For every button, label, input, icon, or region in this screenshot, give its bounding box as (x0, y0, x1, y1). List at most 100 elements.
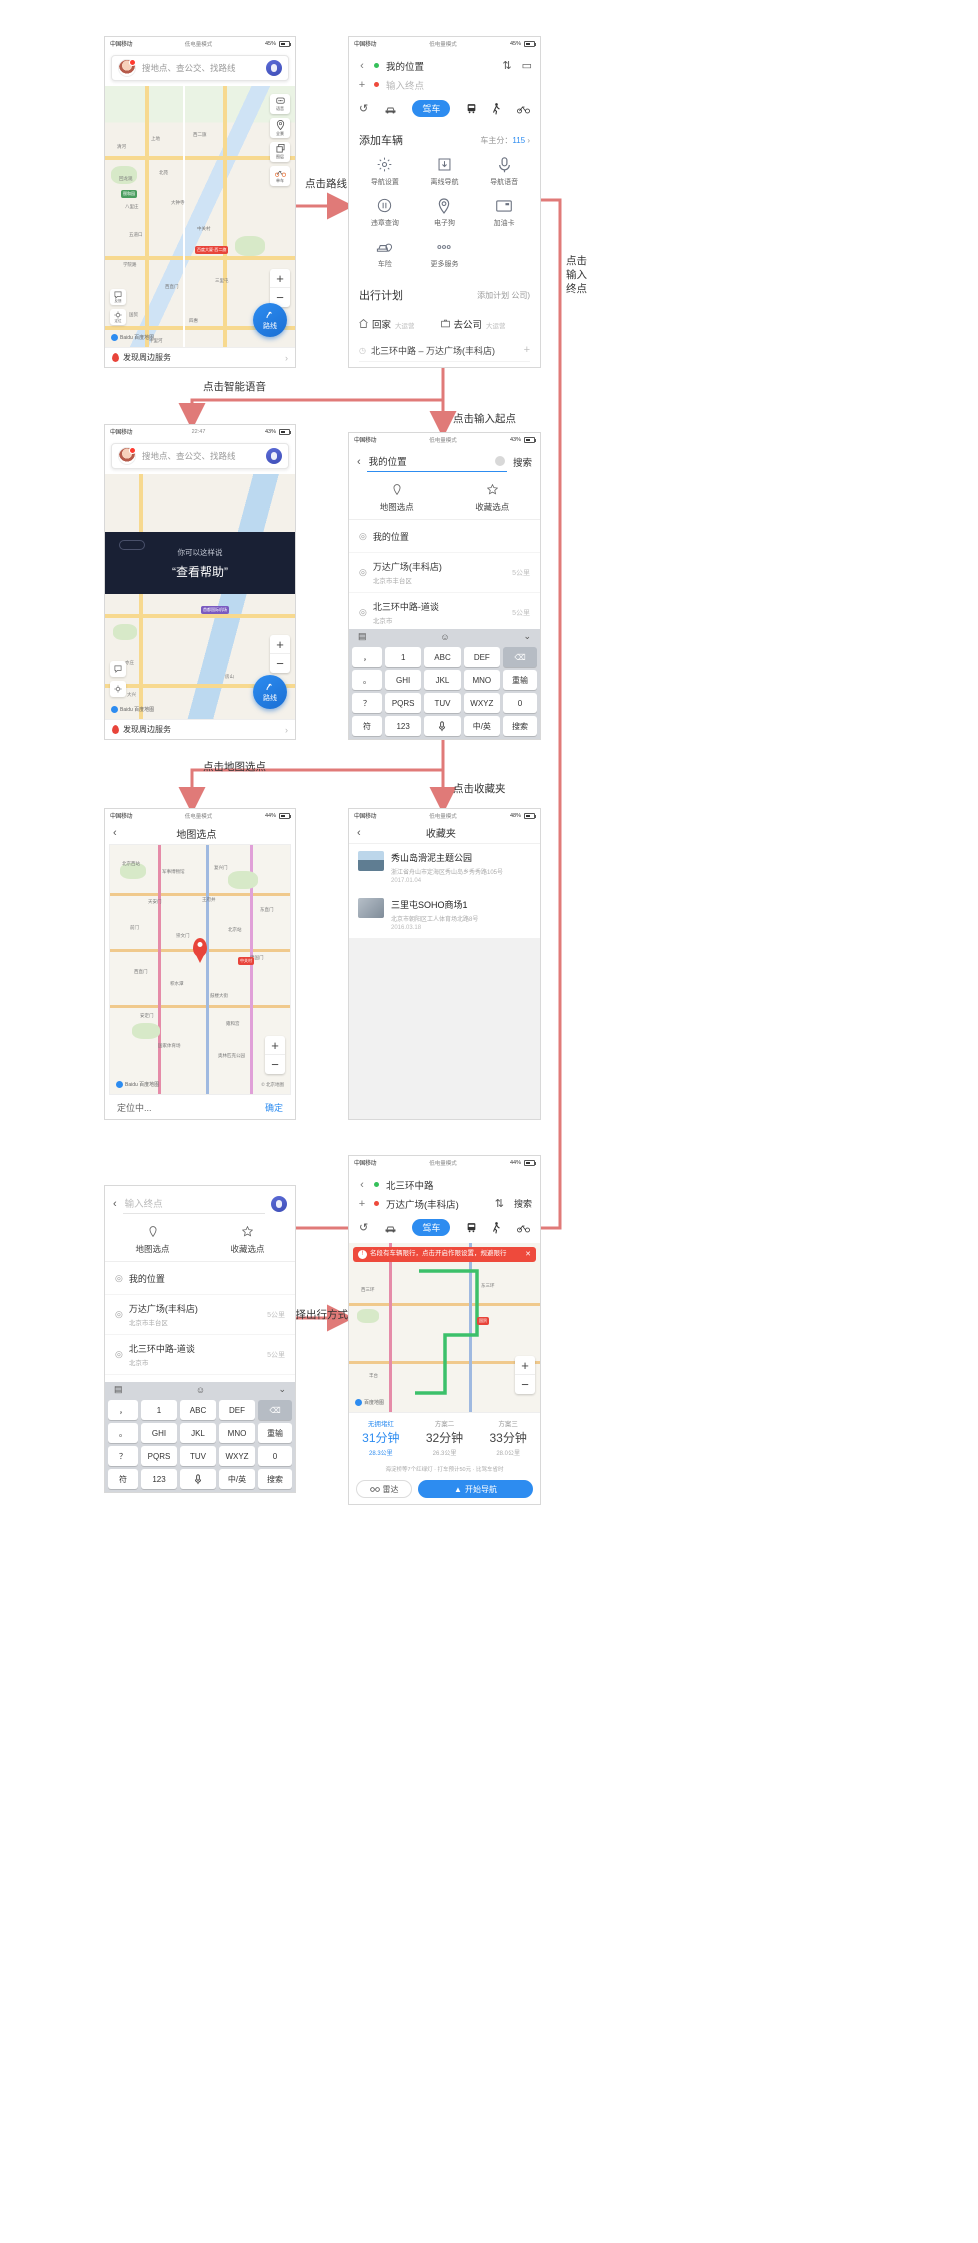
list-item[interactable]: ◎ 万达广场(丰科店) 北京市丰台区 5公里 (349, 553, 540, 593)
avatar[interactable] (118, 447, 136, 465)
chevron-right-icon[interactable]: › (285, 725, 288, 735)
list-item[interactable]: 秀山岛滑泥主题公园 浙江省舟山市定海区秀山岛乡秀秀路105号 2017.01.0… (349, 844, 540, 891)
feature-nav-settings[interactable]: 导航设置 (355, 156, 415, 187)
map-canvas[interactable]: 北京西站 军事博物馆 复兴门 天安门 王府井 前门 崇文门 北京站 建国门 东直… (109, 844, 291, 1095)
feature-offline-nav[interactable]: 离线导航 (415, 156, 475, 187)
key-mic-icon[interactable] (180, 1469, 216, 1489)
map-canvas[interactable]: 你可以这样说 “查看帮助” 神乐坊商业街 首都国际机场 通州 亦庄 大兴 房山 … (105, 474, 295, 719)
plan-add-link[interactable]: 添加计划 公司) (477, 290, 530, 301)
mode-bike-icon[interactable] (517, 104, 530, 114)
chevron-down-icon[interactable]: ⌄ (523, 631, 531, 642)
key[interactable]: GHI (385, 670, 422, 690)
feedback-icon[interactable] (110, 661, 126, 677)
tab-favorites-pick[interactable]: 收藏选点 (445, 478, 541, 519)
emoji-icon[interactable]: ☺ (196, 1385, 205, 1395)
mode-history-icon[interactable]: ↺ (359, 102, 368, 115)
key[interactable]: TUV (180, 1446, 216, 1466)
list-item[interactable]: ◎ 我的位置 (105, 1262, 295, 1295)
voice-assistant-icon[interactable] (266, 60, 282, 76)
key[interactable]: PQRS (385, 693, 422, 713)
key-search[interactable]: 搜索 (502, 716, 537, 736)
key[interactable]: ， (352, 647, 382, 667)
keyboard-collapse-icon[interactable]: ▤ (358, 631, 367, 642)
owner-score[interactable]: 车主分：115 › (480, 135, 530, 146)
list-item[interactable]: ◎ 我的位置 (349, 520, 540, 553)
tab-map-pick[interactable]: 地图选点 (105, 1220, 200, 1261)
tab-map-pick[interactable]: 地图选点 (349, 478, 445, 519)
key[interactable]: 。 (108, 1423, 138, 1443)
panorama-icon[interactable]: 全景 (270, 118, 290, 138)
mode-bus-icon[interactable] (466, 1222, 477, 1233)
key[interactable]: WXYZ (463, 693, 500, 713)
chevron-down-icon[interactable]: ⌄ (278, 1384, 286, 1395)
add-waypoint-icon[interactable]: + (357, 79, 367, 91)
key-redo[interactable]: 重输 (502, 670, 537, 690)
mode-bus-icon[interactable] (466, 103, 477, 114)
poi-badge-red[interactable]: 百度大厦·西二旗 (195, 246, 229, 254)
mode-walk-icon[interactable] (492, 102, 501, 115)
poi-badge-purple[interactable]: 首都国际机场 (201, 606, 229, 614)
key-lang-toggle[interactable]: 中/英 (463, 716, 500, 736)
mode-taxi-icon[interactable] (384, 1223, 397, 1233)
bike-icon[interactable]: 单车 (270, 166, 290, 186)
swap-icon[interactable]: ⇅ (502, 59, 511, 72)
key[interactable]: WXYZ (219, 1446, 255, 1466)
tab-favorites-pick[interactable]: 收藏选点 (200, 1220, 295, 1261)
feature-car-insurance[interactable]: 车险 (355, 238, 415, 269)
search-bar[interactable]: 搜地点、查公交、找路线 (111, 55, 289, 81)
add-favorite-icon[interactable]: + (524, 367, 530, 368)
chevron-right-icon[interactable]: › (285, 353, 288, 363)
key-lang-toggle[interactable]: 中/英 (219, 1469, 255, 1489)
route-option[interactable]: 无拥堵红 31分钟 28.3公里 (349, 1413, 413, 1463)
key[interactable]: 1 (385, 647, 422, 667)
restriction-warning-banner[interactable]: ! 名段有车辆限行，点击开启作限设置，规避限行 ✕ (353, 1247, 536, 1263)
key[interactable]: ？ (352, 693, 382, 713)
voice-input-icon[interactable] (271, 1196, 287, 1212)
zoom-out-button[interactable]: − (265, 1055, 285, 1074)
route-option[interactable]: 方案二 32分钟 26.3公里 (413, 1413, 477, 1463)
voice-assistant-icon[interactable] (266, 448, 282, 464)
zoom-controls[interactable]: + − (265, 1036, 285, 1074)
start-navigation-button[interactable]: ▲ 开始导航 (418, 1480, 533, 1498)
search-button[interactable]: 搜索 (514, 1197, 532, 1210)
zoom-controls[interactable]: + − (515, 1356, 535, 1394)
back-icon[interactable]: ‹ (357, 1179, 367, 1191)
key-redo[interactable]: 重输 (258, 1423, 292, 1443)
key-numbers[interactable]: 123 (141, 1469, 177, 1489)
voice-icon[interactable]: 语音 (270, 94, 290, 114)
end-input[interactable]: 输入终点 (122, 1194, 265, 1214)
mode-car-tab[interactable]: 驾车 (412, 100, 451, 117)
mode-car-tab[interactable]: 驾车 (412, 1219, 451, 1236)
list-item[interactable]: ◎ 万达广场(丰科店) 北京市丰台区 5公里 (105, 1295, 295, 1335)
more-icon[interactable]: ▭ (522, 59, 532, 72)
key[interactable]: MNO (219, 1423, 255, 1443)
add-favorite-icon[interactable]: + (524, 344, 530, 356)
key-symbols[interactable]: 符 (352, 716, 382, 736)
zoom-in-button[interactable]: + (270, 635, 290, 654)
map-canvas[interactable]: 清河 上地 西二旗 回龙观 北苑 八里庄 大钟寺 五道口 中关村 学院路 西直门… (105, 86, 295, 347)
mode-history-icon[interactable]: ↺ (359, 1221, 368, 1234)
table-row[interactable]: ◷ 我的位置 – 新华村 + (359, 362, 530, 368)
key[interactable]: 。 (352, 670, 382, 690)
route-start-row[interactable]: ‹ 我的位置 ⇅ ▭ (357, 56, 532, 75)
plan-home[interactable]: 回家 大运营 (359, 317, 415, 331)
key[interactable]: JKL (180, 1423, 216, 1443)
location-icon[interactable] (110, 681, 126, 697)
radar-button[interactable]: 雷达 (356, 1480, 412, 1498)
route-fab-button[interactable]: 路线 (253, 303, 287, 337)
zoom-in-button[interactable]: + (515, 1356, 535, 1375)
emoji-icon[interactable]: ☺ (440, 632, 449, 642)
poi-badge-red[interactable]: 国贸 (477, 1317, 489, 1325)
layers-icon[interactable]: 图层 (270, 142, 290, 162)
clear-icon[interactable] (494, 456, 505, 466)
back-icon[interactable]: ‹ (113, 1198, 117, 1210)
key[interactable]: JKL (424, 670, 461, 690)
start-input[interactable]: 我的位置 (366, 452, 507, 472)
back-icon[interactable]: ‹ (357, 456, 361, 468)
location-icon[interactable]: 定位 (110, 309, 126, 325)
poi-badge-green[interactable]: 颐和园 (121, 190, 137, 198)
feature-violation[interactable]: 违章查询 (355, 197, 415, 228)
swap-icon[interactable]: ⇅ (495, 1197, 504, 1210)
list-item[interactable]: ◎ 新华村 5公里 (105, 1375, 295, 1382)
confirm-button[interactable]: 确定 (265, 1101, 283, 1114)
